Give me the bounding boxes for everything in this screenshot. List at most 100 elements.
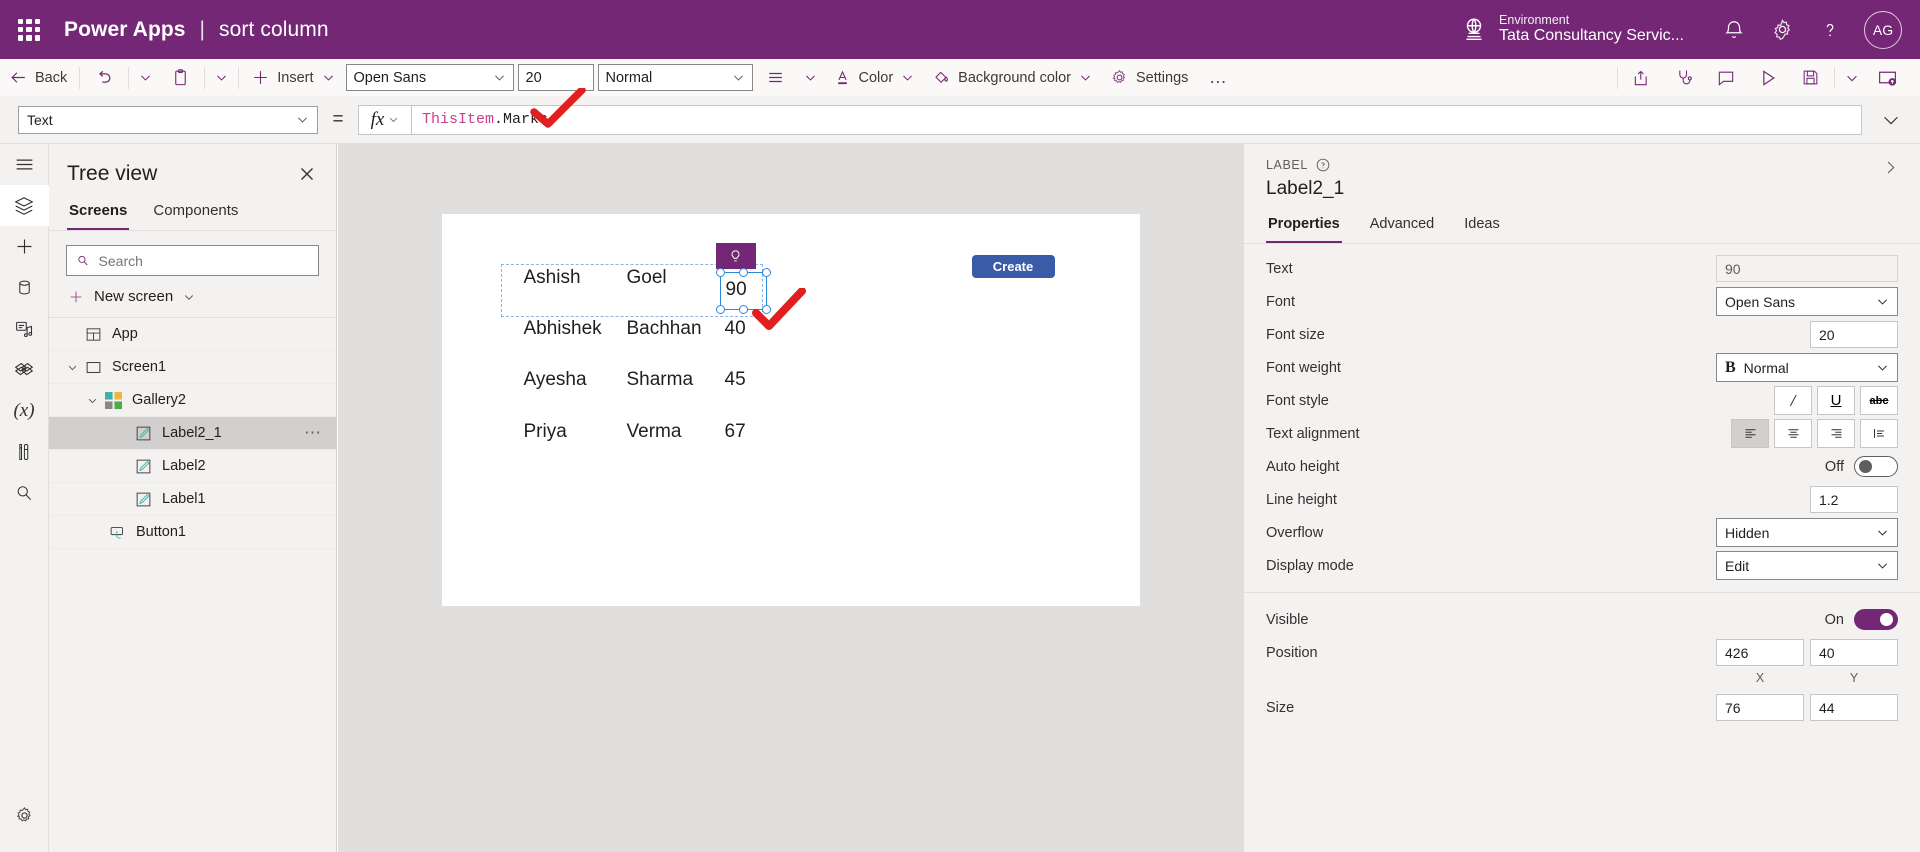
search-icon[interactable] bbox=[0, 472, 49, 513]
tree-search-box[interactable] bbox=[66, 245, 319, 276]
property-label: Text bbox=[1266, 260, 1293, 277]
settings-button[interactable]: Settings bbox=[1101, 59, 1197, 96]
chevron-right-icon[interactable] bbox=[1881, 158, 1900, 182]
tree-node-app[interactable]: App bbox=[49, 318, 336, 351]
tree-node-screen1[interactable]: Screen1 bbox=[49, 351, 336, 384]
text-value-input[interactable]: 90 bbox=[1716, 255, 1898, 282]
property-row-position: Position 426 40 bbox=[1266, 636, 1898, 669]
display-mode-select[interactable]: Edit bbox=[1716, 551, 1898, 580]
font-size-input[interactable]: 20 bbox=[1810, 321, 1898, 348]
undo-button[interactable] bbox=[83, 59, 125, 96]
help-question-icon[interactable] bbox=[1316, 158, 1330, 172]
align-caret-icon[interactable] bbox=[797, 59, 824, 96]
chevron-down-icon[interactable] bbox=[83, 395, 101, 406]
align-right-icon[interactable] bbox=[1817, 419, 1855, 448]
tree-node-label1[interactable]: Label1 bbox=[49, 483, 336, 516]
resize-handle-top-left[interactable] bbox=[715, 268, 725, 277]
tree-view-layers-icon[interactable] bbox=[0, 185, 49, 226]
settings-gear-icon[interactable] bbox=[1758, 0, 1806, 59]
selected-label-control[interactable]: 90 bbox=[715, 268, 771, 314]
tree-node-label2[interactable]: Label2 bbox=[49, 450, 336, 483]
text-align-button[interactable] bbox=[755, 59, 797, 96]
insert-plus-icon[interactable] bbox=[0, 226, 49, 267]
line-height-input[interactable]: 1.2 bbox=[1810, 486, 1898, 513]
font-select[interactable]: Open Sans bbox=[1716, 287, 1898, 316]
property-row-overflow: Overflow Hidden bbox=[1266, 516, 1898, 549]
visible-toggle[interactable] bbox=[1854, 609, 1898, 630]
comments-icon[interactable] bbox=[1705, 59, 1747, 96]
auto-height-toggle[interactable] bbox=[1854, 456, 1898, 477]
data-cylinder-icon[interactable] bbox=[0, 267, 49, 308]
variables-x-icon[interactable]: (x) bbox=[0, 390, 49, 431]
tree-view-panel: Tree view Screens Components New screen bbox=[49, 144, 337, 852]
resize-handle-bottom-left[interactable] bbox=[715, 305, 725, 314]
property-row-text-alignment: Text alignment bbox=[1266, 417, 1898, 450]
app-checker-icon[interactable] bbox=[1663, 59, 1705, 96]
settings-gear-icon-bottom[interactable] bbox=[0, 795, 49, 836]
tab-components[interactable]: Components bbox=[151, 196, 240, 230]
font-size-input[interactable]: 20 bbox=[517, 64, 594, 91]
overflow-select[interactable]: Hidden bbox=[1716, 518, 1898, 547]
create-button[interactable]: Create bbox=[971, 255, 1055, 278]
size-width-input[interactable]: 76 bbox=[1716, 694, 1804, 721]
power-automate-icon[interactable] bbox=[0, 349, 49, 390]
font-weight-select[interactable]: Normal bbox=[597, 64, 753, 91]
tab-screens[interactable]: Screens bbox=[67, 196, 130, 230]
close-icon[interactable] bbox=[296, 163, 318, 185]
waffle-icon[interactable] bbox=[14, 15, 44, 45]
tree-node-label2-1[interactable]: Label2_1 ⋯ bbox=[49, 417, 336, 450]
size-height-input[interactable]: 44 bbox=[1810, 694, 1898, 721]
preview-play-icon[interactable] bbox=[1747, 59, 1789, 96]
align-justify-icon[interactable] bbox=[1860, 419, 1898, 448]
avatar[interactable]: AG bbox=[1864, 10, 1902, 49]
new-screen-button[interactable]: New screen bbox=[49, 276, 336, 317]
help-question-icon[interactable] bbox=[1806, 0, 1854, 59]
undo-caret-icon[interactable] bbox=[132, 59, 159, 96]
more-commands-button[interactable]: … bbox=[1197, 59, 1239, 96]
lightbulb-idea-icon[interactable] bbox=[715, 243, 756, 269]
strikethrough-icon[interactable]: abc bbox=[1860, 386, 1898, 415]
test-tools-icon[interactable] bbox=[0, 431, 49, 472]
search-input[interactable] bbox=[98, 252, 309, 269]
tab-advanced[interactable]: Advanced bbox=[1368, 212, 1437, 243]
italic-icon[interactable]: / bbox=[1774, 386, 1812, 415]
text-color-button[interactable]: Color bbox=[824, 59, 924, 96]
font-weight-value: Normal bbox=[1743, 359, 1789, 376]
paste-caret-icon[interactable] bbox=[208, 59, 235, 96]
position-x-input[interactable]: 426 bbox=[1716, 639, 1804, 666]
media-icon[interactable] bbox=[0, 308, 49, 349]
button-icon bbox=[105, 524, 129, 541]
save-caret-icon[interactable] bbox=[1838, 59, 1866, 96]
tab-properties[interactable]: Properties bbox=[1266, 212, 1342, 243]
resize-handle-top-right[interactable] bbox=[761, 268, 771, 277]
align-center-icon[interactable] bbox=[1774, 419, 1812, 448]
background-color-button[interactable]: Background color bbox=[923, 59, 1101, 96]
tab-ideas[interactable]: Ideas bbox=[1462, 212, 1501, 243]
insert-button[interactable]: Insert bbox=[242, 59, 343, 96]
environment-picker[interactable]: Environment Tata Consultancy Servic... bbox=[1461, 13, 1684, 46]
notification-bell-icon[interactable] bbox=[1710, 0, 1758, 59]
node-more-options[interactable]: ⋯ bbox=[304, 423, 328, 443]
property-select[interactable]: Text bbox=[18, 105, 318, 134]
paste-button[interactable] bbox=[159, 59, 201, 96]
chevron-down-icon bbox=[323, 75, 333, 81]
share-icon[interactable] bbox=[1621, 59, 1663, 96]
font-family-select[interactable]: Open Sans bbox=[345, 64, 514, 91]
hamburger-menu-icon[interactable] bbox=[0, 144, 49, 185]
formula-expand-button[interactable] bbox=[1862, 96, 1920, 144]
save-icon[interactable] bbox=[1789, 59, 1831, 96]
position-y-input[interactable]: 40 bbox=[1810, 639, 1898, 666]
resize-handle-top-center[interactable] bbox=[738, 268, 748, 277]
resize-handle-bottom-center[interactable] bbox=[738, 305, 748, 314]
underline-icon[interactable]: U bbox=[1817, 386, 1855, 415]
align-left-icon[interactable] bbox=[1731, 419, 1769, 448]
back-button[interactable]: Back bbox=[0, 59, 76, 96]
resize-handle-bottom-right[interactable] bbox=[761, 305, 771, 314]
tree-node-gallery2[interactable]: Gallery2 bbox=[49, 384, 336, 417]
publish-icon[interactable] bbox=[1866, 59, 1908, 96]
formula-input[interactable]: ThisItem .Marks bbox=[412, 104, 1862, 135]
chevron-down-icon[interactable] bbox=[63, 362, 81, 373]
font-weight-select[interactable]: B Normal bbox=[1716, 353, 1898, 382]
fx-button[interactable]: fx bbox=[358, 104, 412, 135]
tree-node-button1[interactable]: Button1 bbox=[49, 516, 336, 549]
